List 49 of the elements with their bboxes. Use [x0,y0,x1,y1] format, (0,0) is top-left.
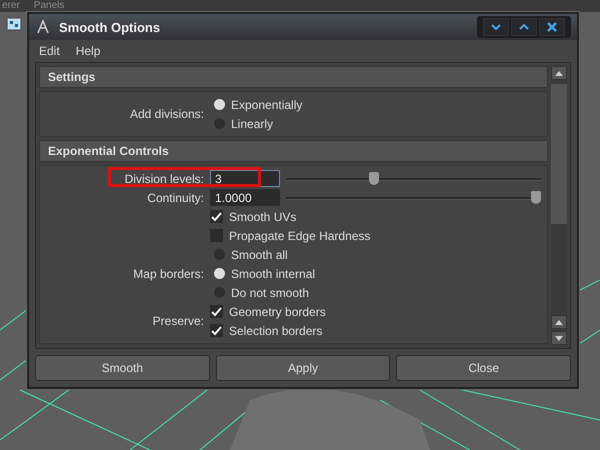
up-triangle-icon [555,70,563,76]
down-triangle-icon [555,336,563,340]
slider-thumb[interactable] [531,190,541,204]
dialog-button[interactable]: Apply [216,355,390,381]
close-button[interactable] [539,18,565,36]
checkbox-label: Geometry borders [229,304,326,318]
checkbox-label: Selection borders [229,324,322,338]
radio-label: Smooth all [231,248,288,262]
up-triangle-icon [555,320,563,324]
menu-item[interactable]: erer [2,0,20,12]
number-field[interactable]: 1.0000 [210,189,280,206]
checkbox[interactable] [210,210,223,223]
scroll-up-button[interactable] [551,315,567,329]
section-header[interactable]: Exponential Controls [39,140,548,162]
scrollbar[interactable] [551,66,567,345]
checkbox[interactable] [210,305,223,318]
slider-thumb[interactable] [369,172,380,184]
toolbar-grid-icon[interactable] [6,18,20,30]
close-icon [547,22,557,32]
window-logo-icon [35,19,51,35]
menu-item[interactable]: Edit [39,44,60,58]
menu-item[interactable]: Help [76,44,100,58]
checkbox-label: Propagate Edge Hardness [229,228,370,242]
radio-button[interactable] [214,99,225,110]
field-label: Add divisions: [128,107,204,121]
collapse-button[interactable] [483,18,509,36]
chevron-up-icon [519,24,529,30]
menu-item[interactable]: Panels [34,0,64,12]
checkbox[interactable] [210,229,223,242]
expand-button[interactable] [511,18,537,36]
field-label: Continuity: [146,190,204,204]
window-title: Smooth Options [59,20,162,34]
dialog-button[interactable]: Smooth [35,355,210,381]
section-header[interactable]: Settings [39,66,548,88]
scrollbar-thumb[interactable] [551,84,567,224]
field-label: Preserve: [152,314,204,328]
dialog-button[interactable]: Close [396,355,572,381]
radio-label: Do not smooth [231,286,310,300]
field-label: Division levels: [124,172,204,186]
scroll-up-button[interactable] [551,66,567,80]
radio-label: Smooth internal [231,266,316,280]
chevron-down-icon [491,24,501,30]
field-label: Map borders: [132,266,204,280]
checkbox-label: Smooth UVs [229,210,296,224]
radio-button[interactable] [214,268,225,279]
radio-label: Exponentially [231,98,302,112]
checkbox[interactable] [210,324,223,337]
radio-label: Linearly [231,116,274,130]
scroll-down-button[interactable] [551,331,567,345]
